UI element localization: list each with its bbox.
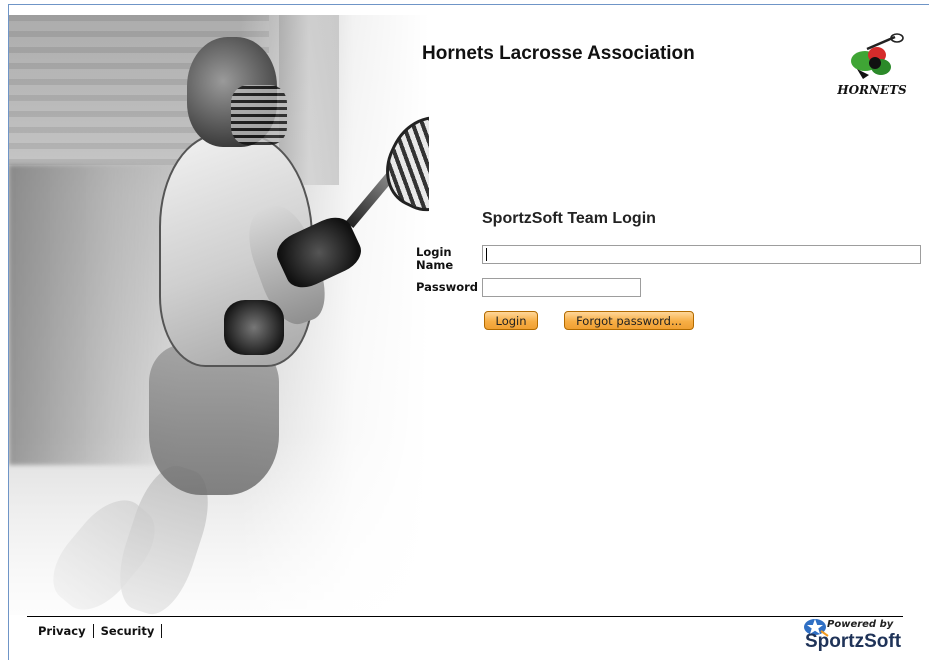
hornets-logo-icon: HORNETS (837, 33, 907, 97)
footer-links: Privacy Security (38, 624, 169, 638)
password-label: Password (416, 280, 478, 294)
security-link[interactable]: Security (101, 624, 155, 638)
text-cursor (486, 248, 487, 261)
login-button[interactable]: Login (484, 311, 538, 330)
privacy-link[interactable]: Privacy (38, 624, 86, 638)
player-shorts (149, 345, 279, 495)
sportzsoft-brand: SportzSoft (805, 631, 902, 652)
footer-separator (92, 624, 94, 638)
player-facemask (231, 85, 287, 145)
svg-text:HORNETS: HORNETS (837, 83, 907, 97)
powered-by-sportzsoft[interactable]: Powered by SportzSoft (801, 617, 911, 660)
page-frame: Hornets Lacrosse Association HORNETS Spo… (8, 4, 929, 660)
footer-divider (27, 616, 903, 617)
lacrosse-player-photo (9, 15, 429, 615)
footer-separator (161, 624, 163, 638)
password-input[interactable] (482, 278, 641, 297)
player-glove-bottom (224, 300, 284, 355)
forgot-password-button[interactable]: Forgot password... (564, 311, 694, 330)
login-name-input[interactable] (482, 245, 921, 264)
login-heading: SportzSoft Team Login (482, 210, 656, 227)
organization-title: Hornets Lacrosse Association (422, 43, 695, 64)
powered-by-text: Powered by (827, 619, 894, 630)
login-name-label: Login Name (416, 245, 454, 272)
